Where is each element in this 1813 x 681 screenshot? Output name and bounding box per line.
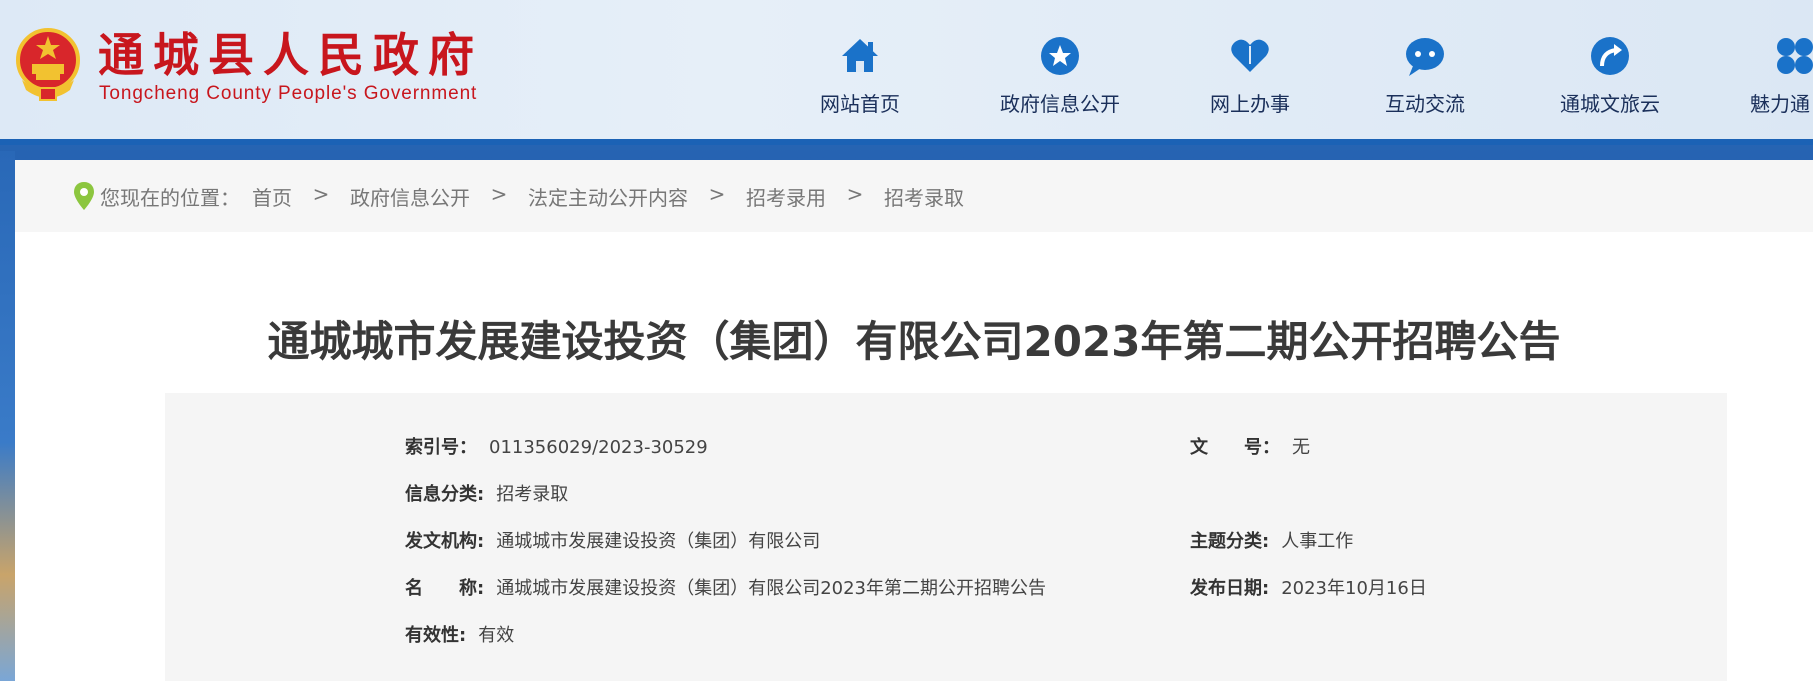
breadcrumb-admission[interactable]: 招考录取 xyxy=(884,182,964,211)
breadcrumb-gov-info[interactable]: 政府信息公开 xyxy=(350,182,470,211)
national-emblem-icon xyxy=(16,28,80,101)
meta-value: 通城城市发展建设投资（集团）有限公司2023年第二期公开招聘公告 xyxy=(496,578,1047,599)
meta-date: 发布日期: 2023年10月16日 xyxy=(1190,574,1427,600)
breadcrumb-trail: 您现在的位置： 首页 > 政府信息公开 > 法定主动公开内容 > 招考录用 > … xyxy=(100,182,964,211)
site-title: 通城县人民政府 xyxy=(98,28,483,82)
nav-charm[interactable]: 魅力通 xyxy=(1750,34,1813,124)
meta-value: 011356029/2023-30529 xyxy=(489,437,708,458)
meta-key: 名 称: xyxy=(405,578,485,599)
nav-label: 互动交流 xyxy=(1385,92,1465,116)
meta-value: 通城城市发展建设投资（集团）有限公司 xyxy=(496,531,821,552)
breadcrumb-prefix: 您现在的位置： xyxy=(100,186,240,210)
nav-gov-info[interactable]: 政府信息公开 xyxy=(990,34,1130,124)
nav-interaction[interactable]: 互动交流 xyxy=(1380,34,1470,124)
meta-issuer: 发文机构: 通城城市发展建设投资（集团）有限公司 xyxy=(405,527,820,553)
meta-validity: 有效性: 有效 xyxy=(405,621,514,647)
meta-key: 发布日期: xyxy=(1190,578,1270,599)
breadcrumb-separator: > xyxy=(846,182,864,206)
heart-icon xyxy=(1231,39,1269,72)
article-title: 通城城市发展建设投资（集团）有限公司2023年第二期公开招聘公告 xyxy=(267,317,1561,366)
nav-home[interactable]: 网站首页 xyxy=(815,34,905,124)
breadcrumb-separator: > xyxy=(490,182,508,206)
meta-docno: 文 号： 无 xyxy=(1190,433,1310,459)
chat-icon xyxy=(1406,38,1444,76)
meta-category: 信息分类: 招考录取 xyxy=(405,480,568,506)
nav-label: 通城文旅云 xyxy=(1560,92,1660,116)
content-panel: 您现在的位置： 首页 > 政府信息公开 > 法定主动公开内容 > 招考录用 > … xyxy=(15,160,1813,681)
site-logo[interactable]: 通城县人民政府 Tongcheng County People's Govern… xyxy=(12,26,492,106)
meta-value: 人事工作 xyxy=(1281,531,1354,552)
side-decoration xyxy=(0,151,15,681)
home-icon xyxy=(842,39,878,72)
meta-key: 发文机构: xyxy=(405,531,485,552)
meta-key: 信息分类: xyxy=(405,484,485,505)
meta-value: 无 xyxy=(1292,437,1310,458)
site-subtitle: Tongcheng County People's Government xyxy=(99,83,478,104)
nav-label: 网上办事 xyxy=(1210,92,1290,116)
breadcrumb-recruitment[interactable]: 招考录用 xyxy=(746,182,826,211)
meta-name: 名 称: 通城城市发展建设投资（集团）有限公司2023年第二期公开招聘公告 xyxy=(405,574,1046,600)
meta-key: 文 号： xyxy=(1190,437,1280,458)
breadcrumb-statutory[interactable]: 法定主动公开内容 xyxy=(528,182,688,211)
star-icon xyxy=(1041,37,1079,75)
meta-info-box: 索引号： 011356029/2023-30529 文 号： 无 信息分类: 招考录取… xyxy=(165,393,1727,681)
site-header: 通城县人民政府 Tongcheng County People's Govern… xyxy=(0,0,1813,145)
meta-value: 2023年10月16日 xyxy=(1281,578,1427,599)
location-pin-icon xyxy=(74,182,94,210)
nav-label: 网站首页 xyxy=(820,92,900,116)
meta-key: 有效性: xyxy=(405,625,467,646)
meta-topic: 主题分类: 人事工作 xyxy=(1190,527,1353,553)
meta-value: 有效 xyxy=(478,625,515,646)
breadcrumb: 您现在的位置： 首页 > 政府信息公开 > 法定主动公开内容 > 招考录用 > … xyxy=(15,160,1813,232)
meta-index: 索引号： 011356029/2023-30529 xyxy=(405,433,708,459)
arrow-icon xyxy=(1591,37,1629,75)
nav-online-services[interactable]: 网上办事 xyxy=(1205,34,1295,124)
nav-culture-tourism[interactable]: 通城文旅云 xyxy=(1555,34,1665,124)
nav-label: 政府信息公开 xyxy=(1000,92,1120,116)
nav-label: 魅力通 xyxy=(1750,92,1810,116)
clover-icon xyxy=(1777,38,1813,74)
meta-key: 索引号： xyxy=(405,437,477,458)
breadcrumb-home[interactable]: 首页 xyxy=(252,182,292,211)
meta-value: 招考录取 xyxy=(496,484,569,505)
breadcrumb-separator: > xyxy=(708,182,726,206)
breadcrumb-separator: > xyxy=(312,182,330,206)
meta-key: 主题分类: xyxy=(1190,531,1270,552)
